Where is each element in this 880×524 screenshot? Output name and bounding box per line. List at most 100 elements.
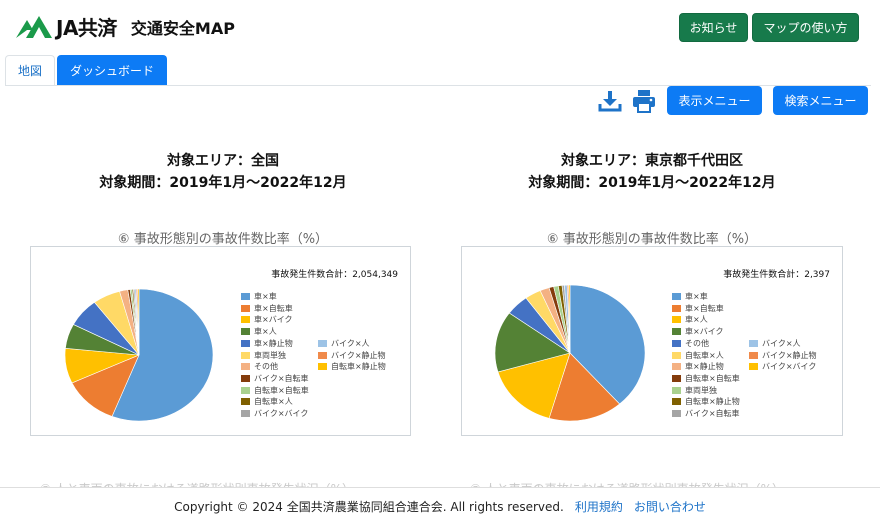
legend-item[interactable]: 車×車 <box>241 291 277 302</box>
target-area: 対象エリア：東京都千代田区 <box>561 153 743 169</box>
legend-item[interactable]: バイク×静止物 <box>749 350 817 361</box>
legend-item[interactable]: 自転車×自転車 <box>241 385 309 396</box>
legend-item[interactable]: 車×バイク <box>672 326 724 337</box>
logo[interactable]: JA共済 交通安全MAP <box>14 12 235 41</box>
legend-swatch <box>241 304 250 312</box>
legend-swatch <box>318 351 327 359</box>
legend-item[interactable]: 車×人 <box>241 326 277 337</box>
legend-swatch <box>241 363 250 371</box>
legend-item[interactable]: 車×車 <box>672 291 708 302</box>
chart-title: ⑥ 事故形態別の事故件数比率（%） <box>117 232 329 247</box>
legend-label: 自転車×人 <box>685 350 724 360</box>
legend-label: バイク×人 <box>331 338 370 348</box>
legend-swatch <box>241 328 250 336</box>
legend-item[interactable]: バイク×静止物 <box>318 350 386 361</box>
legend-item[interactable]: バイク×自転車 <box>672 408 740 419</box>
legend-item[interactable]: 自転車×人 <box>672 350 724 361</box>
contact-link[interactable]: お問い合わせ <box>634 498 706 515</box>
legend-swatch <box>241 398 250 406</box>
legend-item[interactable]: 車×自転車 <box>241 303 293 314</box>
tab-dashboard[interactable]: ダッシュボード <box>57 55 168 85</box>
legend-item[interactable]: バイク×人 <box>318 338 370 349</box>
legend-label: バイク×人 <box>762 338 801 348</box>
legend-label: 車両単独 <box>685 385 717 395</box>
legend-label: 車×自転車 <box>685 303 724 313</box>
legend-item[interactable]: 車×人 <box>672 314 708 325</box>
legend-swatch <box>672 316 681 324</box>
pie-chart-box: 事故発生件数合計：2,054,349 車×車車×自転車 車×バイク車×人 車×静止物… <box>30 246 411 436</box>
legend-label: 車×自転車 <box>254 303 293 313</box>
legend-swatch <box>241 374 250 382</box>
panel-chiyoda: 対象エリア：東京都千代田区 対象期間：2019年1月〜2022年12月 ⑥ 事故… <box>447 150 857 436</box>
target-area: 対象エリア：全国 <box>167 153 279 169</box>
legend-item[interactable]: 車両単独 <box>241 350 286 361</box>
download-icon[interactable] <box>597 89 623 113</box>
legend-swatch <box>241 386 250 394</box>
terms-link[interactable]: 利用規約 <box>575 498 623 515</box>
notice-button[interactable]: お知らせ <box>679 13 748 42</box>
legend-item[interactable]: 自転車×自転車 <box>672 373 740 384</box>
legend-item[interactable]: 車×静止物 <box>672 361 724 372</box>
legend-item[interactable]: バイク×自転車 <box>241 373 309 384</box>
legend-swatch <box>672 410 681 417</box>
legend-swatch <box>672 328 681 336</box>
legend-swatch <box>241 339 250 347</box>
legend-swatch <box>672 374 681 382</box>
legend-label: 自転車×自転車 <box>254 385 309 395</box>
legend-swatch <box>672 339 681 347</box>
legend-swatch <box>318 363 327 371</box>
legend-swatch <box>241 351 250 359</box>
total-count: 事故発生件数合計：2,054,349 <box>271 270 398 280</box>
tab-map[interactable]: 地図 <box>5 55 56 85</box>
legend-item[interactable]: バイク×バイク <box>749 361 816 372</box>
legend-label: その他 <box>254 362 278 372</box>
legend-label: 車×人 <box>254 327 277 337</box>
legend-item[interactable]: 自転車×静止物 <box>672 396 740 407</box>
ja-logo-icon <box>16 15 52 38</box>
legend-item[interactable]: 自転車×静止物 <box>318 361 386 372</box>
legend-item[interactable]: その他 <box>672 338 709 349</box>
legend-swatch <box>672 398 681 406</box>
legend-item[interactable]: 自転車×人 <box>241 396 293 407</box>
legend-label: 自転車×自転車 <box>685 373 740 383</box>
display-menu-button[interactable]: 表示メニュー <box>667 86 762 115</box>
site-title: 交通安全MAP <box>130 18 235 38</box>
legend-label: バイク×静止物 <box>331 350 386 360</box>
total-count: 事故発生件数合計：2,397 <box>723 270 830 280</box>
legend-swatch <box>672 386 681 394</box>
panel-national: 対象エリア：全国 対象期間：2019年1月〜2022年12月 ⑥ 事故形態別の事… <box>18 150 428 436</box>
print-icon[interactable] <box>631 89 657 113</box>
legend-item[interactable]: バイク×バイク <box>241 408 308 419</box>
legend-label: 車×車 <box>685 292 708 301</box>
pie-chart <box>64 288 214 422</box>
legend-item[interactable]: 車×バイク <box>241 314 293 325</box>
legend-swatch <box>672 363 681 371</box>
header: JA共済 交通安全MAP お知らせ マップの使い方 <box>0 0 880 52</box>
legend-item[interactable]: その他 <box>241 361 278 372</box>
pie-chart <box>494 284 646 422</box>
legend-label: 車×車 <box>254 292 277 301</box>
search-menu-button[interactable]: 検索メニュー <box>773 86 868 115</box>
legend-item[interactable]: バイク×人 <box>749 338 801 349</box>
legend-swatch <box>749 363 758 371</box>
legend-swatch <box>241 316 250 324</box>
legend-label: 車×人 <box>685 315 708 325</box>
legend-item[interactable]: 車×静止物 <box>241 338 293 349</box>
legend-swatch <box>749 351 758 359</box>
legend-label: 車両単独 <box>254 350 286 360</box>
legend-item[interactable]: 車両単独 <box>672 385 717 396</box>
legend-label: バイク×バイク <box>762 362 817 372</box>
legend-item[interactable]: 車×自転車 <box>672 303 724 314</box>
logo-text: JA共済 <box>56 16 117 40</box>
legend-swatch <box>672 351 681 359</box>
legend-label: 車×静止物 <box>685 362 724 372</box>
legend-swatch <box>672 304 681 312</box>
legend-label: バイク×自転車 <box>254 373 309 383</box>
legend-label: 車×静止物 <box>254 338 293 348</box>
chart-title: ⑥ 事故形態別の事故件数比率（%） <box>546 232 758 247</box>
footer: Copyright © 2024 全国共済農業協同組合連合会. All righ… <box>0 487 880 524</box>
howto-button[interactable]: マップの使い方 <box>752 13 859 42</box>
copyright-text: Copyright © 2024 全国共済農業協同組合連合会. All righ… <box>174 499 564 514</box>
target-period: 対象期間：2019年1月〜2022年12月 <box>99 175 347 191</box>
legend-label: 自転車×静止物 <box>331 362 386 372</box>
